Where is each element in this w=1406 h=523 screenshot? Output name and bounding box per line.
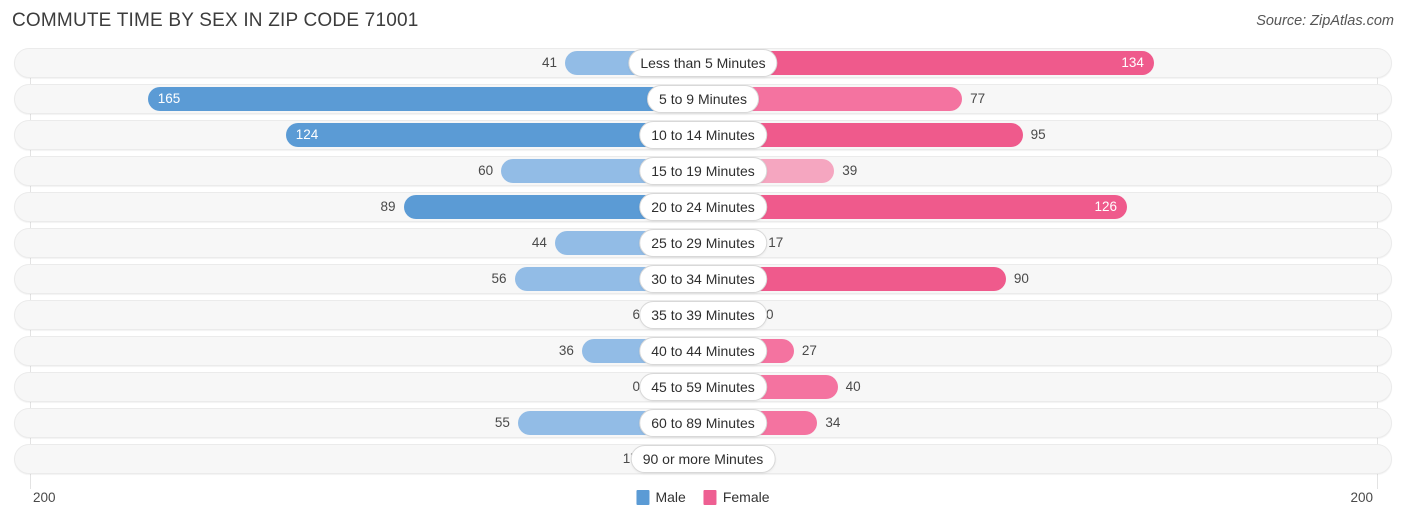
value-label-male: 60 [478,163,494,178]
legend-swatch-icon [703,489,717,505]
category-label: Less than 5 Minutes [628,49,778,77]
value-label-male: 165 [157,91,181,106]
category-label: 30 to 34 Minutes [639,265,767,293]
axis-tick-right: 200 [1350,490,1373,505]
value-label-male: 0 [632,379,640,394]
value-label-female: 17 [768,235,784,250]
chart-legend: Male Female [636,489,770,505]
row-bars: 41 134 Less than 5 Minutes [0,48,1406,78]
value-label-male: 44 [531,235,547,250]
value-label-female: 95 [1030,127,1046,142]
bar-row: 17790 or more Minutes [0,444,1406,474]
row-bars: 0 40 45 to 59 Minutes [0,372,1406,402]
value-label-female: 126 [1094,199,1117,214]
value-label-male: 56 [491,271,507,286]
category-label: 40 to 44 Minutes [639,337,767,365]
row-bars: 44 17 25 to 29 Minutes [0,228,1406,258]
category-label: 15 to 19 Minutes [639,157,767,185]
page-title: COMMUTE TIME BY SEX IN ZIP CODE 71001 [12,10,419,31]
category-label: 10 to 14 Minutes [639,121,767,149]
bar-row: 6 0 35 to 39 Minutes [0,300,1406,330]
row-bars: 60 39 15 to 19 Minutes [0,156,1406,186]
source-attribution: Source: ZipAtlas.com [1256,13,1394,29]
legend-label: Female [722,489,770,505]
bar-row: 0 40 45 to 59 Minutes [0,372,1406,402]
value-label-male: 124 [295,127,319,142]
bar-row: 44 17 25 to 29 Minutes [0,228,1406,258]
row-bars: 56 90 30 to 34 Minutes [0,264,1406,294]
row-bars: 89 126 20 to 24 Minutes [0,192,1406,222]
bar-row: 41 134 Less than 5 Minutes [0,48,1406,78]
legend-label: Male [655,489,686,505]
bar-row: 60 39 15 to 19 Minutes [0,156,1406,186]
value-label-female: 134 [1121,55,1144,70]
row-bars: 6 0 35 to 39 Minutes [0,300,1406,330]
value-label-male: 55 [494,415,510,430]
value-label-male: 41 [542,55,558,70]
legend-item[interactable]: Male [636,489,686,505]
axis-tick-left: 200 [33,490,56,505]
value-label-female: 27 [801,343,817,358]
category-label: 25 to 29 Minutes [639,229,767,257]
legend-swatch-icon [636,489,650,505]
category-label: 5 to 9 Minutes [647,85,759,113]
bar-row: 56 90 30 to 34 Minutes [0,264,1406,294]
value-label-female: 0 [766,307,774,322]
bar-row: 36 27 40 to 44 Minutes [0,336,1406,366]
row-bars: 55 34 60 to 89 Minutes [0,408,1406,438]
bar-row: 89 126 20 to 24 Minutes [0,192,1406,222]
bar-row: 55 34 60 to 89 Minutes [0,408,1406,438]
category-label: 90 or more Minutes [630,445,776,473]
value-label-male: 17 [580,444,638,474]
legend-item[interactable]: Female [703,489,770,505]
row-bars: 36 27 40 to 44 Minutes [0,336,1406,366]
bar-rows: 41 134 Less than 5 Minutes 165 77 5 to 9 Minu… [0,48,1406,480]
value-label-female: 77 [970,91,986,106]
category-label: 45 to 59 Minutes [639,373,767,401]
chart-footer: 200 Male Female 200 [0,485,1406,523]
bar-male[interactable] [147,87,703,111]
chart-root: COMMUTE TIME BY SEX IN ZIP CODE 71001 So… [0,0,1406,523]
value-label-male: 89 [380,199,396,214]
category-label: 60 to 89 Minutes [639,409,767,437]
value-label-male: 6 [632,307,640,322]
value-label-female: 40 [845,379,861,394]
value-label-female: 39 [842,163,858,178]
value-label-female: 90 [1013,271,1029,286]
bar-row: 165 77 5 to 9 Minutes [0,84,1406,114]
category-label: 35 to 39 Minutes [639,301,767,329]
row-bars: 124 95 10 to 14 Minutes [0,120,1406,150]
row-bars: 17790 or more Minutes [0,444,1406,474]
chart-header: COMMUTE TIME BY SEX IN ZIP CODE 71001 So… [0,0,1406,45]
plot-area: 41 134 Less than 5 Minutes 165 77 5 to 9 Minu… [0,48,1406,489]
bar-row: 124 95 10 to 14 Minutes [0,120,1406,150]
value-label-male: 36 [558,343,574,358]
value-label-female: 34 [825,415,841,430]
category-label: 20 to 24 Minutes [639,193,767,221]
row-bars: 165 77 5 to 9 Minutes [0,84,1406,114]
